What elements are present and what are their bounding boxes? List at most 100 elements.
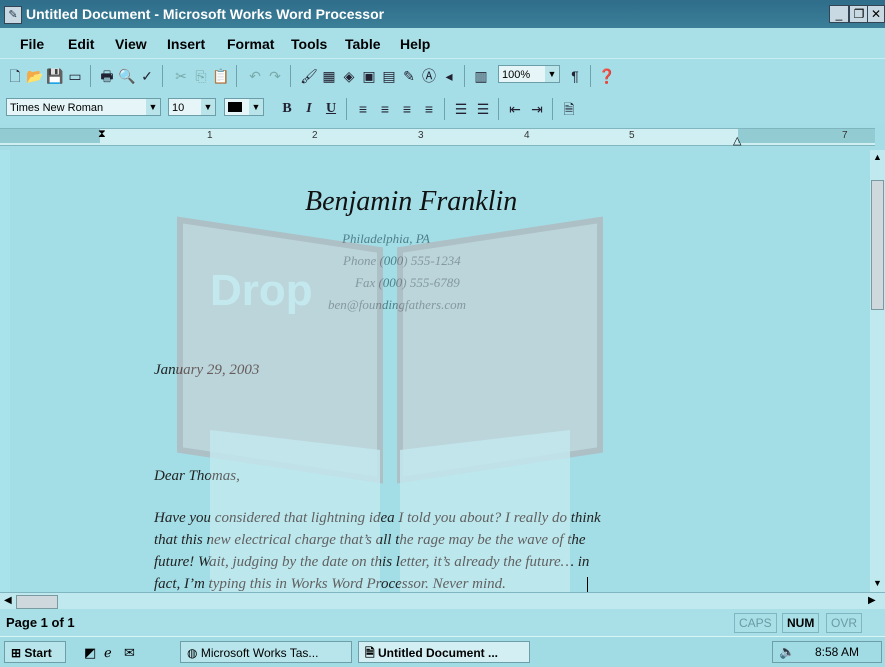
scroll-up-icon[interactable]: ▲ [873, 152, 882, 162]
caps-indicator: CAPS [734, 613, 777, 633]
desktop-quicklaunch-icon[interactable]: ◩ [84, 645, 96, 661]
chevron-down-icon[interactable]: ▼ [249, 99, 263, 115]
ruler-number: 7 [842, 130, 848, 141]
left-indent-marker[interactable]: ⧗ [98, 128, 106, 141]
right-indent-marker[interactable]: △ [733, 134, 741, 147]
justify-icon[interactable]: ≡ [420, 100, 438, 118]
insert-picture-icon[interactable]: ▣ [360, 67, 378, 85]
zoom-select[interactable]: 100% ▼ [498, 65, 560, 83]
numbering-icon[interactable]: ☰ [474, 100, 492, 118]
font-name-value: Times New Roman [10, 102, 104, 114]
toolbar-separator [444, 98, 445, 120]
horizontal-scrollbar[interactable]: ◀ ▶ [0, 592, 885, 610]
spelling-icon[interactable]: ✓ [138, 67, 156, 85]
help-icon[interactable]: ❓ [598, 67, 616, 85]
redo-icon[interactable]: ↷ [266, 67, 284, 85]
ruler-number: 5 [629, 130, 635, 141]
bullets-icon[interactable]: ☰ [452, 100, 470, 118]
volume-icon[interactable]: 🔈 [779, 644, 795, 660]
insert-columns-icon[interactable]: ◂ [440, 67, 458, 85]
menu-help[interactable]: Help [400, 36, 430, 52]
insert-drawing-icon[interactable]: ✎ [400, 67, 418, 85]
document-page[interactable]: Benjamin Franklin Philadelphia, PA Phone… [10, 150, 870, 592]
font-color-select[interactable]: ▼ [224, 98, 264, 116]
align-center-icon[interactable]: ≡ [376, 100, 394, 118]
show-all-characters-icon[interactable]: ¶ [566, 67, 584, 85]
insert-hyperlink-icon[interactable]: 🗎 [560, 100, 578, 118]
browser-quicklaunch-icon[interactable]: ℯ [104, 645, 112, 661]
maximize-button[interactable]: ❐ [849, 5, 869, 23]
taskbar-item-label: Untitled Document ... [378, 646, 498, 660]
address-book-icon[interactable]: ▭ [66, 67, 84, 85]
fax-line: Fax (000) 555-6789 [355, 275, 460, 290]
print-preview-icon[interactable]: 🔍 [118, 67, 136, 85]
underline-icon[interactable]: U [322, 100, 340, 118]
copy-icon[interactable]: ⎘ [192, 67, 210, 85]
scroll-down-icon[interactable]: ▼ [873, 578, 882, 588]
taskbar-item-untitled-document[interactable]: 🗎 Untitled Document ... [358, 641, 530, 663]
toolbar-separator [290, 65, 291, 87]
vertical-scrollbar[interactable]: ▲ ▼ [870, 150, 885, 592]
horizontal-scroll-thumb[interactable] [16, 595, 58, 609]
paste-icon[interactable]: 📋 [212, 67, 230, 85]
font-name-select[interactable]: Times New Roman ▼ [6, 98, 161, 116]
menu-file[interactable]: File [20, 36, 44, 52]
insert-chart-icon[interactable]: ▤ [380, 67, 398, 85]
menu-format[interactable]: Format [227, 36, 274, 52]
start-button[interactable]: ⊞ Start [4, 641, 66, 663]
start-label: Start [24, 646, 52, 660]
ovr-indicator: OVR [826, 613, 863, 633]
close-button[interactable]: ✕ [867, 5, 885, 23]
salutation: Dear Thomas, [154, 468, 240, 484]
open-icon[interactable]: 📂 [26, 67, 44, 85]
menu-view[interactable]: View [115, 36, 147, 52]
taskbar: ⊞ Start ◩ ℯ ✉ ◍ Microsoft Works Tas... 🗎… [0, 636, 885, 667]
left-margin-shade [0, 129, 100, 143]
cut-icon[interactable]: ✂ [172, 67, 190, 85]
email-quicklaunch-icon[interactable]: ✉ [124, 645, 135, 661]
wordart-icon[interactable]: Ⓐ [420, 67, 438, 85]
chevron-down-icon[interactable]: ▼ [146, 99, 160, 115]
ruler-number: 3 [418, 130, 424, 141]
document-area[interactable]: Benjamin Franklin Philadelphia, PA Phone… [0, 150, 870, 592]
insert-table-icon[interactable]: ▦ [320, 67, 338, 85]
address-line: Philadelphia, PA [342, 231, 430, 246]
menu-table[interactable]: Table [345, 36, 381, 52]
menu-insert[interactable]: Insert [167, 36, 205, 52]
window-title: Untitled Document - Microsoft Works Word… [26, 6, 385, 22]
columns-icon[interactable]: ▥ [472, 67, 490, 85]
increase-indent-icon[interactable]: ⇥ [528, 100, 546, 118]
chevron-down-icon[interactable]: ▼ [545, 66, 559, 82]
insert-clipart-icon[interactable]: ◈ [340, 67, 358, 85]
menu-edit[interactable]: Edit [68, 36, 94, 52]
font-size-value: 10 [172, 102, 185, 114]
align-right-icon[interactable]: ≡ [398, 100, 416, 118]
save-icon[interactable]: 💾 [46, 67, 64, 85]
sender-name: Benjamin Franklin [305, 186, 518, 217]
vertical-scroll-thumb[interactable] [871, 180, 884, 310]
italic-icon[interactable]: I [300, 100, 318, 118]
scroll-right-icon[interactable]: ▶ [868, 595, 876, 606]
print-icon[interactable]: 🖶 [98, 67, 116, 85]
undo-icon[interactable]: ↶ [246, 67, 264, 85]
format-painter-icon[interactable]: 🖌 [300, 67, 318, 85]
toolbar-separator [552, 98, 553, 120]
chevron-down-icon[interactable]: ▼ [201, 99, 215, 115]
title-bar: ✎ Untitled Document - Microsoft Works Wo… [0, 0, 885, 28]
taskbar-item-works-task-launcher[interactable]: ◍ Microsoft Works Tas... [180, 641, 352, 663]
decrease-indent-icon[interactable]: ⇤ [506, 100, 524, 118]
new-document-icon[interactable]: 🗋 [6, 67, 24, 85]
scroll-left-icon[interactable]: ◀ [4, 595, 12, 606]
menu-tools[interactable]: Tools [291, 36, 327, 52]
align-left-icon[interactable]: ≡ [354, 100, 372, 118]
font-size-select[interactable]: 10 ▼ [168, 98, 216, 116]
right-margin-shade [738, 129, 875, 143]
app-icon[interactable]: ✎ [4, 6, 22, 24]
minimize-button[interactable]: _ [829, 5, 849, 23]
body-line: that this new electrical charge that’s a… [154, 532, 586, 548]
ruler-number: 2 [312, 130, 318, 141]
ruler-number: 4 [524, 130, 530, 141]
bold-icon[interactable]: B [278, 100, 296, 118]
status-bar: Page 1 of 1 CAPS NUM OVR [0, 609, 885, 636]
ruler-number: 1 [207, 130, 213, 141]
